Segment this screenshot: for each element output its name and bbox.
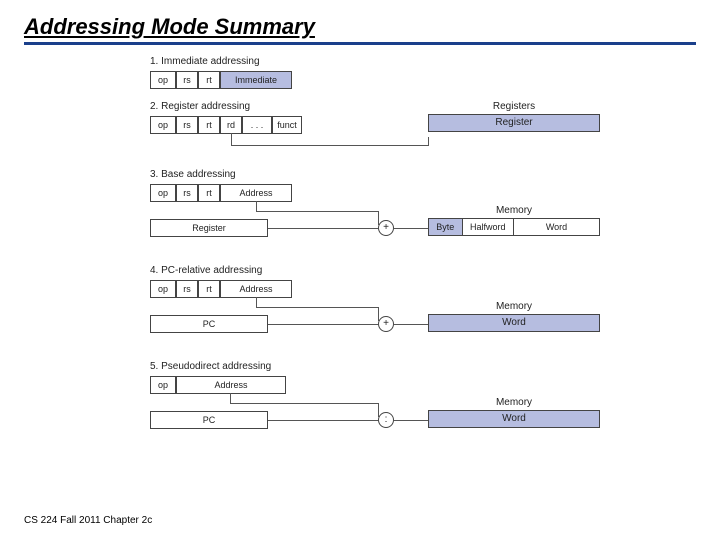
mode-num-5: 5. [150, 361, 158, 372]
field-op: op [150, 280, 176, 298]
memory-box-5: Word [428, 410, 600, 428]
mode-label-5: 5. Pseudodirect addressing [150, 361, 610, 372]
instruction-row-1: op rs rt Immediate [150, 71, 610, 89]
mode-label-3: 3. Base addressing [150, 169, 610, 180]
wire [256, 201, 257, 211]
registers-label: Registers [428, 101, 600, 112]
mode-label-4: 4. PC-relative addressing [150, 265, 610, 276]
wire [394, 228, 428, 229]
pc-row-5: PC [150, 411, 268, 429]
wire [268, 228, 378, 229]
mode-immediate: 1. Immediate addressing op rs rt Immedia… [150, 56, 610, 89]
field-rt: rt [198, 184, 220, 202]
page-title: Addressing Mode Summary [0, 0, 720, 40]
wire [268, 420, 378, 421]
mode-pseudodirect: 5. Pseudodirect addressing op Address PC… [150, 361, 610, 445]
field-op: op [150, 184, 176, 202]
field-op: op [150, 376, 176, 394]
wire [268, 324, 378, 325]
wire [256, 307, 378, 308]
field-shamt: . . . [242, 116, 272, 134]
field-funct: funct [272, 116, 302, 134]
mode-num-2: 2. [150, 101, 158, 112]
field-address-wide: Address [176, 376, 286, 394]
wire [256, 211, 378, 212]
footer-text: CS 224 Fall 2011 Chapter 2c [24, 515, 152, 526]
base-register-row: Register [150, 219, 268, 237]
field-immediate: Immediate [220, 71, 292, 89]
mem-halfword: Halfword [463, 219, 514, 235]
instruction-row-3: op rs rt Address [150, 184, 610, 202]
memory-box-4: Word [428, 314, 600, 332]
field-rs: rs [176, 184, 198, 202]
mode-label-1: 1. Immediate addressing [150, 56, 610, 67]
field-op: op [150, 71, 176, 89]
mode-register: 2. Register addressing op rs rt rd . . .… [150, 101, 610, 157]
wire [256, 297, 257, 307]
mem-byte: Byte [429, 219, 463, 235]
pc-row-4: PC [150, 315, 268, 333]
register-text: Register [429, 115, 599, 131]
field-rd: rd [220, 116, 242, 134]
field-rt: rt [198, 280, 220, 298]
field-rt: rt [198, 116, 220, 134]
concat-op: : [378, 412, 394, 428]
mode-name-2: Register addressing [161, 101, 250, 112]
mode-name-4: PC-relative addressing [161, 265, 262, 276]
mode-name-1: Immediate addressing [161, 56, 259, 67]
mem-word: Word [514, 219, 599, 235]
memory-block-4: Memory Word [428, 301, 600, 332]
field-address: Address [220, 184, 292, 202]
memory-block-5: Memory Word [428, 397, 600, 428]
pc-box: PC [150, 411, 268, 429]
mode-pcrelative: 4. PC-relative addressing op rs rt Addre… [150, 265, 610, 349]
field-rs: rs [176, 116, 198, 134]
wire [428, 137, 429, 146]
instruction-row-4: op rs rt Address [150, 280, 610, 298]
mode-num-4: 4. [150, 265, 158, 276]
field-rt: rt [198, 71, 220, 89]
pc-box: PC [150, 315, 268, 333]
wire [394, 420, 428, 421]
base-register: Register [150, 219, 268, 237]
adder-plus: + [378, 220, 394, 236]
mode-name-5: Pseudodirect addressing [161, 361, 271, 372]
wire [394, 324, 428, 325]
title-rule [24, 42, 696, 45]
registers-block: Registers Register [428, 101, 600, 132]
memory-label-3: Memory [428, 205, 600, 216]
mem-word: Word [429, 315, 599, 331]
memory-label-5: Memory [428, 397, 600, 408]
adder-plus: + [378, 316, 394, 332]
memory-block-3: Memory Byte Halfword Word [428, 205, 600, 236]
mode-name-3: Base addressing [161, 169, 236, 180]
field-rs: rs [176, 280, 198, 298]
diagram-container: 1. Immediate addressing op rs rt Immedia… [150, 56, 610, 457]
mode-num-3: 3. [150, 169, 158, 180]
wire [230, 403, 378, 404]
memory-label-4: Memory [428, 301, 600, 312]
instruction-row-5: op Address [150, 376, 610, 394]
memory-box-3: Byte Halfword Word [428, 218, 600, 236]
mode-base: 3. Base addressing op rs rt Address Regi… [150, 169, 610, 253]
field-op: op [150, 116, 176, 134]
wire [230, 393, 231, 403]
field-rs: rs [176, 71, 198, 89]
field-address: Address [220, 280, 292, 298]
wire [231, 145, 428, 146]
mode-num-1: 1. [150, 56, 158, 67]
register-box: Register [428, 114, 600, 132]
wire [231, 133, 232, 145]
mem-word: Word [429, 411, 599, 427]
